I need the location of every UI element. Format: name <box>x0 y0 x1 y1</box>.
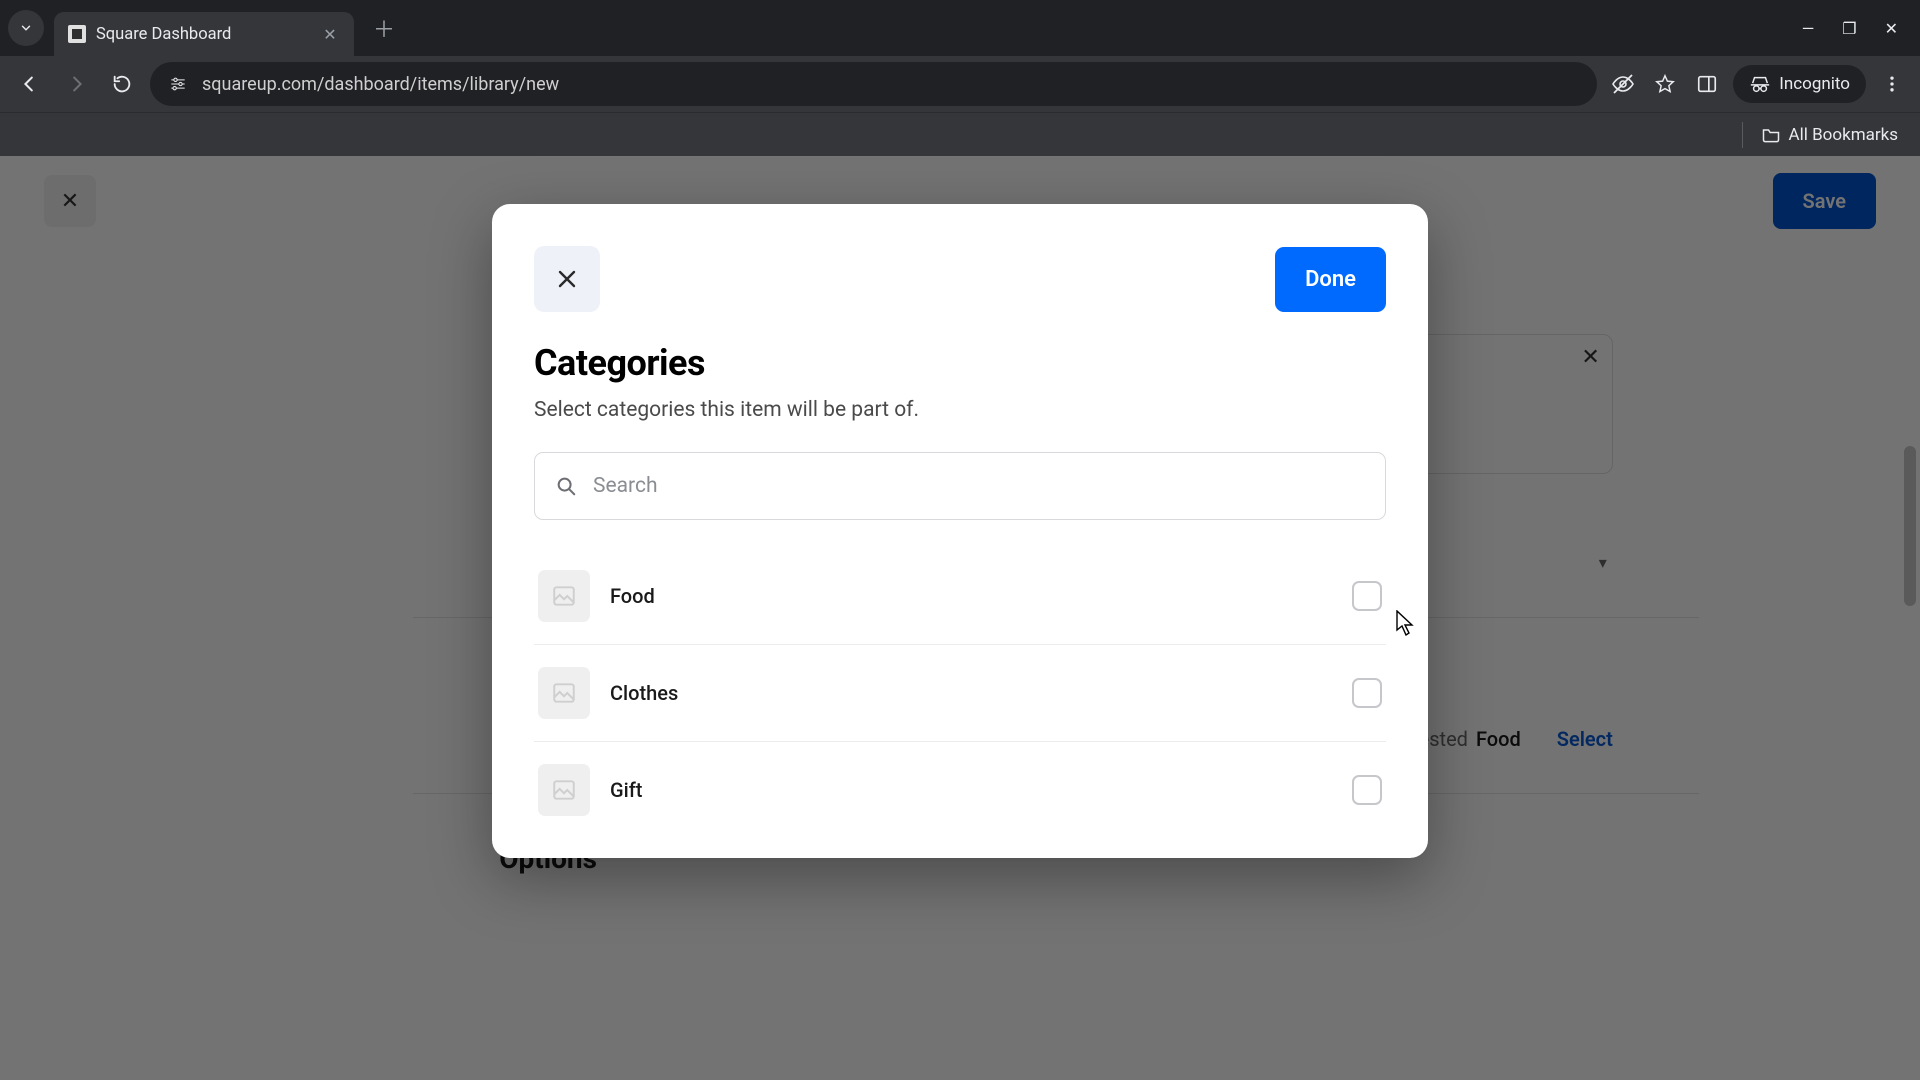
tab-close-button[interactable]: ✕ <box>320 25 340 44</box>
incognito-label: Incognito <box>1779 74 1850 94</box>
modal-subtitle: Select categories this item will be part… <box>534 398 1386 422</box>
category-list: Food Clothes Gift <box>534 548 1386 838</box>
browser-toolbar: squareup.com/dashboard/items/library/new… <box>0 56 1920 112</box>
category-row[interactable]: Food <box>534 548 1386 645</box>
category-name: Food <box>610 584 655 608</box>
category-thumb-placeholder <box>538 570 590 622</box>
search-field[interactable] <box>534 452 1386 520</box>
divider <box>1742 122 1743 148</box>
bookmarks-bar: All Bookmarks <box>0 112 1920 156</box>
all-bookmarks-button[interactable]: All Bookmarks <box>1761 125 1898 145</box>
browser-menu-button[interactable] <box>1876 68 1908 100</box>
nav-forward-button[interactable] <box>58 66 94 102</box>
modal-close-button[interactable] <box>534 246 600 312</box>
incognito-icon <box>1749 73 1771 95</box>
category-checkbox[interactable] <box>1352 678 1382 708</box>
all-bookmarks-label: All Bookmarks <box>1789 125 1898 145</box>
side-panel-button[interactable] <box>1691 68 1723 100</box>
incognito-indicator[interactable]: Incognito <box>1733 65 1866 103</box>
new-tab-button[interactable]: ＋ <box>368 12 400 44</box>
bookmark-star-button[interactable] <box>1649 68 1681 100</box>
arrow-left-icon <box>19 73 41 95</box>
category-row[interactable]: Clothes <box>534 645 1386 742</box>
folder-icon <box>1761 125 1781 145</box>
eye-off-icon[interactable] <box>1607 68 1639 100</box>
category-name: Clothes <box>610 681 678 705</box>
arrow-right-icon <box>65 73 87 95</box>
nav-back-button[interactable] <box>12 66 48 102</box>
browser-tab[interactable]: Square Dashboard ✕ <box>54 12 354 56</box>
search-icon <box>555 475 577 497</box>
window-minimize-button[interactable]: — <box>1802 19 1815 38</box>
search-input[interactable] <box>593 474 1365 498</box>
window-close-button[interactable]: ✕ <box>1885 19 1898 38</box>
close-icon <box>555 267 579 291</box>
categories-modal: Done Categories Select categories this i… <box>492 204 1428 858</box>
tab-search-button[interactable] <box>8 10 44 46</box>
address-bar[interactable]: squareup.com/dashboard/items/library/new <box>150 62 1597 106</box>
category-thumb-placeholder <box>538 764 590 816</box>
image-icon <box>551 680 577 706</box>
site-settings-icon[interactable] <box>168 74 188 94</box>
category-checkbox[interactable] <box>1352 775 1382 805</box>
reload-icon <box>111 73 133 95</box>
done-button[interactable]: Done <box>1275 247 1386 312</box>
nav-reload-button[interactable] <box>104 66 140 102</box>
category-name: Gift <box>610 778 642 802</box>
image-icon <box>551 777 577 803</box>
app-viewport: ✕ Save Primary ✕ Location Moodjoy ▾ Cate… <box>0 156 1920 1080</box>
category-thumb-placeholder <box>538 667 590 719</box>
chevron-down-icon <box>19 21 33 35</box>
square-favicon <box>68 25 86 43</box>
browser-titlebar: Square Dashboard ✕ ＋ — ❐ ✕ <box>0 0 1920 56</box>
image-icon <box>551 583 577 609</box>
url-text: squareup.com/dashboard/items/library/new <box>202 74 559 95</box>
category-checkbox[interactable] <box>1352 581 1382 611</box>
modal-title: Categories <box>534 342 1386 384</box>
category-row[interactable]: Gift <box>534 742 1386 838</box>
window-maximize-button[interactable]: ❐ <box>1842 19 1856 38</box>
tab-title: Square Dashboard <box>96 25 310 44</box>
